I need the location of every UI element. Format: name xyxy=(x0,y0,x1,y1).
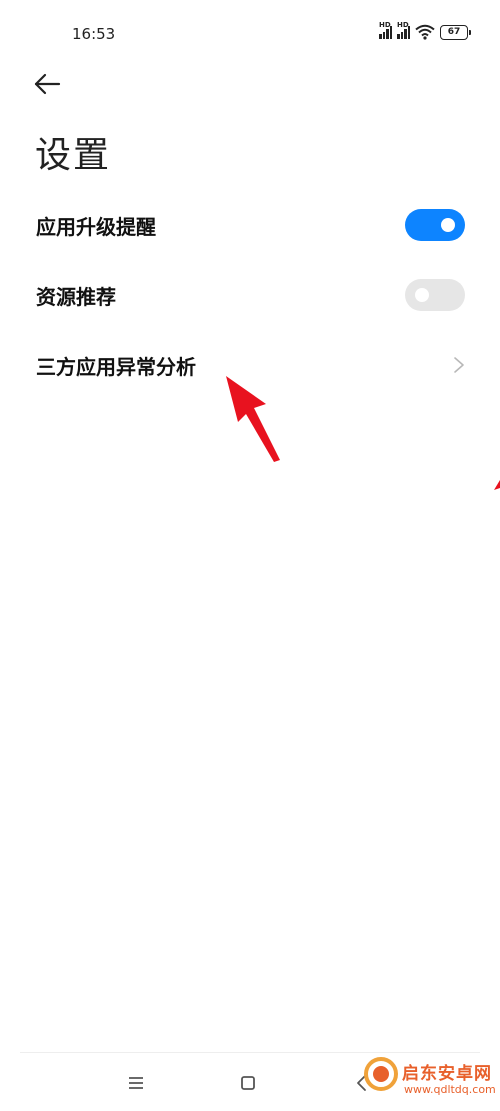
status-icons: HD HD 67 xyxy=(379,21,471,40)
setting-label: 三方应用异常分析 xyxy=(36,354,196,379)
menu-icon[interactable] xyxy=(124,1071,148,1095)
setting-row-resource-recommend[interactable]: 资源推荐 xyxy=(0,260,500,330)
wifi-icon xyxy=(415,24,435,40)
status-bar: 16:53 HD HD 67 xyxy=(0,0,500,70)
watermark-text: 启东安卓网 xyxy=(402,1064,492,1084)
signal-1-icon: HD xyxy=(379,21,392,39)
square-home-icon[interactable] xyxy=(236,1071,260,1095)
setting-row-upgrade-reminder[interactable]: 应用升级提醒 xyxy=(0,190,500,260)
toggle-knob xyxy=(441,218,455,232)
settings-list: 应用升级提醒 资源推荐 三方应用异常分析 xyxy=(0,190,500,400)
back-button[interactable] xyxy=(32,68,64,100)
watermark-url: www.qdltdq.com xyxy=(404,1083,496,1096)
status-time: 16:53 xyxy=(72,25,116,43)
watermark-logo-icon xyxy=(364,1057,398,1091)
setting-label: 资源推荐 xyxy=(36,284,116,309)
signal-2-icon: HD xyxy=(397,21,410,39)
chevron-right-icon xyxy=(454,357,464,373)
toggle-knob xyxy=(415,288,429,302)
page-title: 设置 xyxy=(35,135,112,176)
resource-recommend-toggle[interactable] xyxy=(405,279,465,311)
upgrade-reminder-toggle[interactable] xyxy=(405,209,465,241)
hd-label-2: HD xyxy=(397,21,409,29)
battery-icon: 67 xyxy=(440,24,471,40)
settings-screen: 16:53 HD HD 67 设置 应用升级提醒 资源推荐 三方应用异常分析 启… xyxy=(0,0,500,1111)
annotation-arrow-icon xyxy=(226,376,280,462)
annotation-edge-mark xyxy=(494,480,500,490)
arrow-left-icon xyxy=(34,73,61,95)
setting-label: 应用升级提醒 xyxy=(36,214,156,239)
watermark: 启东安卓网 www.qdltdq.com xyxy=(364,1053,496,1109)
hd-label-1: HD xyxy=(379,21,391,29)
